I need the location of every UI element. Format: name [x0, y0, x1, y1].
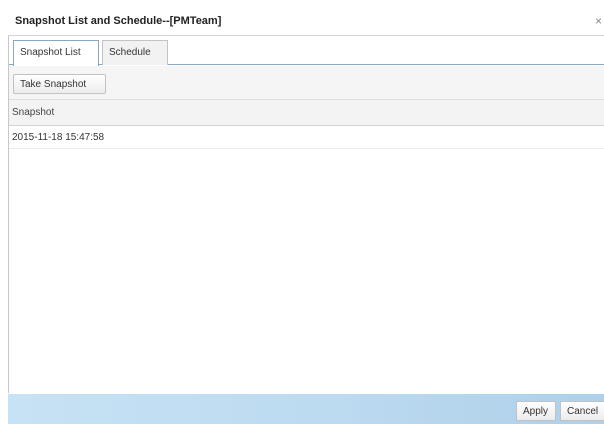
- dialog-footer: Apply Cancel: [8, 394, 604, 424]
- close-icon[interactable]: ×: [595, 14, 602, 28]
- dialog-title: Snapshot List and Schedule--[PMTeam]: [15, 15, 222, 27]
- tab-schedule-label: Schedule: [109, 47, 151, 58]
- take-snapshot-button[interactable]: Take Snapshot: [13, 74, 106, 94]
- snapshot-grid: 2015-11-18 15:47:58: [9, 127, 604, 394]
- tab-snapshot-list[interactable]: Snapshot List: [13, 40, 99, 66]
- toolbar: Take Snapshot: [9, 66, 604, 100]
- dialog-titlebar: Snapshot List and Schedule--[PMTeam] ×: [8, 11, 604, 35]
- cancel-button[interactable]: Cancel: [560, 401, 604, 421]
- snapshot-cell: 2015-11-18 15:47:58: [12, 132, 105, 143]
- tab-snapshot-list-label: Snapshot List: [20, 47, 81, 58]
- dialog-content: Snapshot List Schedule Take Snapshot Sna…: [8, 35, 604, 394]
- apply-button[interactable]: Apply: [516, 401, 556, 421]
- column-header-snapshot[interactable]: Snapshot: [12, 107, 54, 118]
- grid-header: Snapshot: [9, 100, 604, 126]
- tab-schedule[interactable]: Schedule: [102, 40, 168, 65]
- table-row[interactable]: 2015-11-18 15:47:58: [9, 127, 604, 149]
- snapshot-dialog: Snapshot List and Schedule--[PMTeam] × S…: [0, 0, 604, 424]
- tab-bar: Snapshot List Schedule: [9, 36, 604, 66]
